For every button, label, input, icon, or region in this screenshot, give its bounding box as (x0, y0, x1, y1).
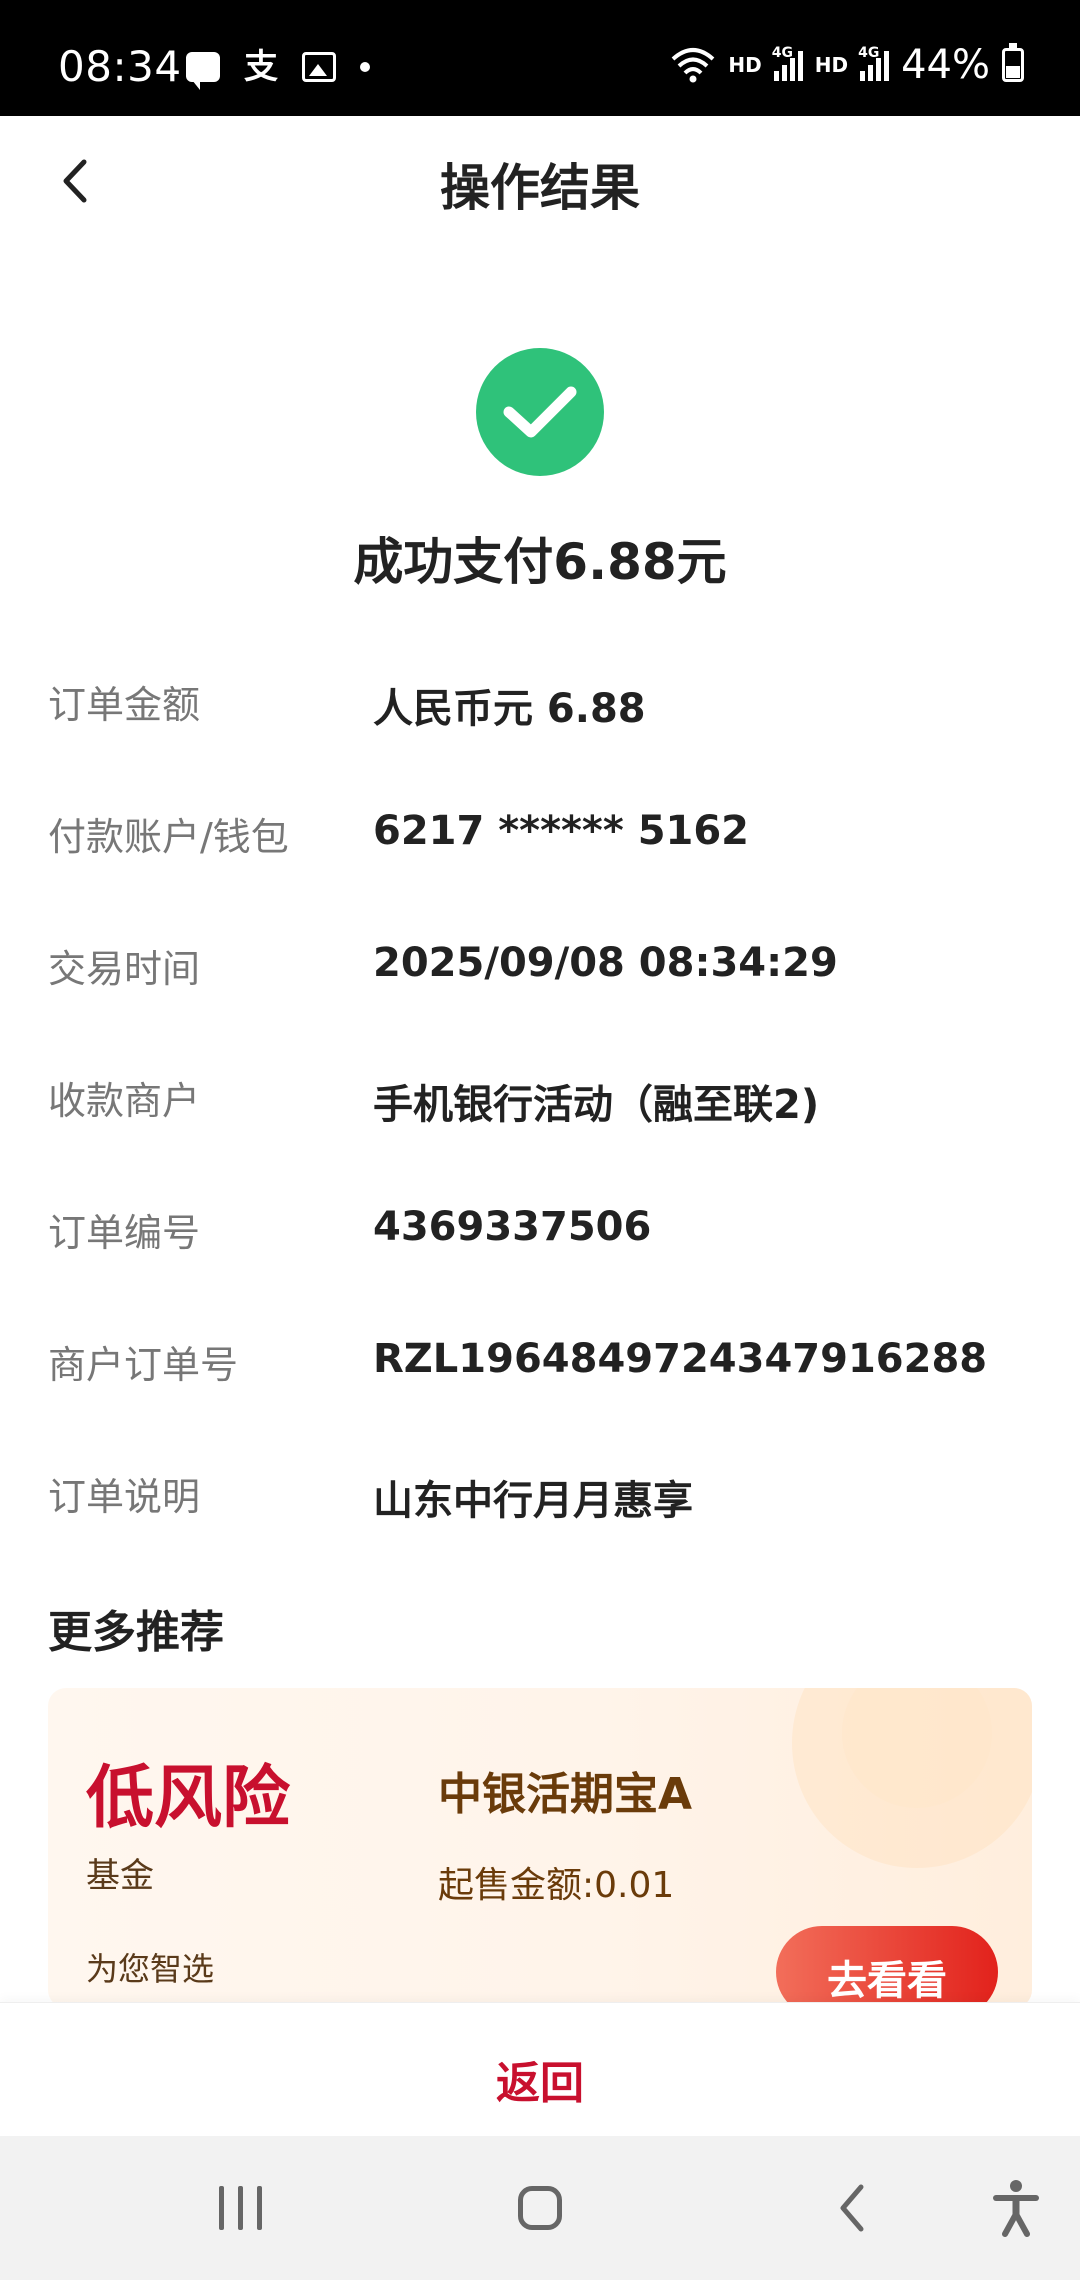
dot-icon (360, 62, 370, 72)
detail-label: 收款商户 (48, 1079, 201, 1123)
detail-row-amount: 订单金额 人民币元 6.88 (48, 674, 1038, 734)
go-see-button[interactable]: 去看看 (776, 1926, 998, 2008)
pick-label: 为您智选 (86, 1950, 215, 1988)
alipay-icon: 支 (244, 47, 278, 87)
check-icon (503, 386, 577, 438)
back-icon[interactable] (820, 2176, 884, 2240)
status-bar: 08:34 支 HD 4G HD 4G 44% (0, 0, 1080, 116)
message-icon (186, 52, 220, 90)
battery-icon (1002, 43, 1024, 82)
min-amount: 起售金额:0.01 (438, 1865, 675, 1906)
check-circle-icon (476, 348, 604, 476)
image-icon (302, 52, 336, 82)
home-icon[interactable] (508, 2176, 572, 2240)
system-nav-bar (0, 2136, 1080, 2280)
detail-label: 交易时间 (48, 947, 201, 991)
detail-row-time: 交易时间 2025/09/08 08:34:29 (48, 938, 1038, 998)
detail-row-merchant-order-no: 商户订单号 RZL1964849724347916288 (48, 1334, 1038, 1394)
signal-icon: 4G (772, 45, 803, 81)
detail-value: 山东中行月月惠享 (373, 1478, 693, 1524)
wifi-icon (672, 48, 715, 83)
detail-row-description: 订单说明 山东中行月月惠享 (48, 1466, 1038, 1526)
detail-label: 订单编号 (48, 1211, 201, 1255)
recommend-card[interactable]: 低风险 基金 为您智选 中银活期宝A 起售金额:0.01 去看看 (48, 1688, 1032, 2008)
return-button[interactable]: 返回 (0, 2047, 1080, 2111)
detail-label: 订单金额 (48, 683, 201, 727)
hd-label: HD (728, 53, 762, 77)
section-title-recommend: 更多推荐 (48, 1607, 224, 1658)
detail-row-order-no: 订单编号 4369337506 (48, 1202, 1038, 1262)
recent-apps-icon[interactable] (200, 2176, 280, 2240)
detail-row-merchant: 收款商户 手机银行活动（融至联2) (48, 1070, 1038, 1130)
detail-row-account: 付款账户/钱包 6217 ****** 5162 (48, 806, 1038, 866)
accessibility-icon[interactable] (984, 2176, 1048, 2240)
detail-value: 人民币元 6.88 (373, 686, 646, 732)
header: 操作结果 (0, 116, 1080, 246)
detail-value: 6217 ****** 5162 (373, 808, 750, 854)
detail-label: 商户订单号 (48, 1343, 239, 1387)
status-right: HD 4G HD 4G 44% (670, 42, 1024, 88)
bottom-bar: 返回 (0, 2002, 1080, 2137)
battery-percent: 44% (901, 42, 990, 88)
detail-value: 2025/09/08 08:34:29 (373, 940, 838, 986)
detail-value: RZL1964849724347916288 (373, 1336, 988, 1382)
success-title: 成功支付6.88元 (353, 533, 727, 591)
fund-type-label: 基金 (86, 1856, 154, 1896)
status-time: 08:34 (58, 42, 182, 91)
notification-icons: 支 (186, 47, 370, 90)
detail-value: 手机银行活动（融至联2) (373, 1082, 820, 1128)
detail-label: 付款账户/钱包 (48, 815, 289, 859)
product-name: 中银活期宝A (438, 1769, 693, 1820)
risk-label: 低风险 (86, 1759, 291, 1838)
detail-label: 订单说明 (48, 1475, 201, 1519)
hd-label-2: HD (814, 53, 849, 77)
page-title: 操作结果 (440, 159, 640, 217)
signal-icon-2: 4G (858, 45, 890, 81)
detail-value: 4369337506 (373, 1204, 652, 1250)
